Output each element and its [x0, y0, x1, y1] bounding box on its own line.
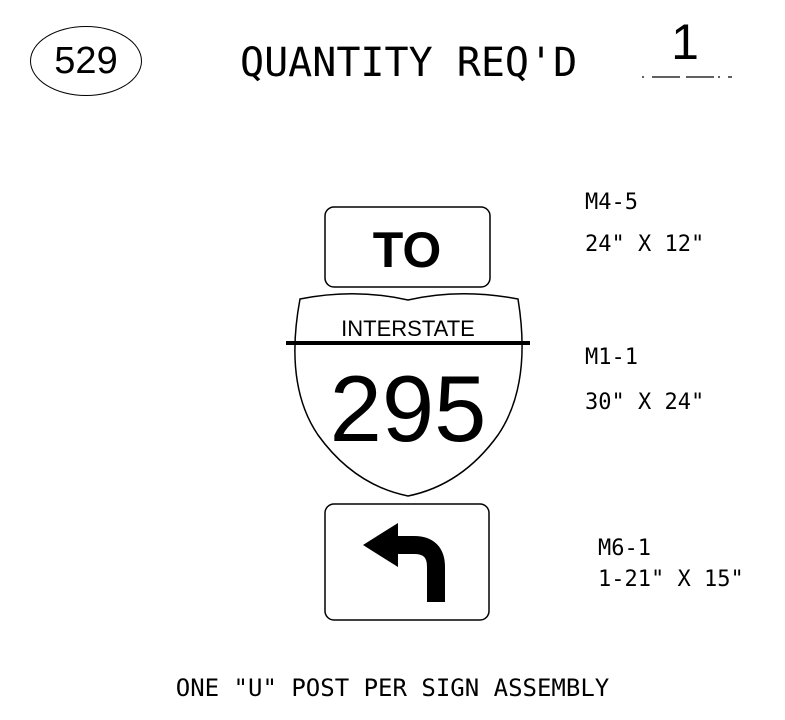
m4-5-size: 24" X 12": [585, 232, 705, 257]
sign-id-number: 529: [54, 40, 118, 82]
quantity-value: 1: [671, 14, 699, 70]
shield-route-number: 295: [330, 356, 487, 461]
shield-banner-text: INTERSTATE: [341, 316, 475, 341]
quantity-label: QUANTITY REQ'D: [240, 40, 578, 86]
to-panel: TO: [324, 206, 491, 288]
arrow-panel: [324, 503, 490, 621]
m6-1-code: M6-1: [598, 536, 651, 561]
m1-1-size: 30" X 24": [585, 390, 705, 415]
footer-note: ONE "U" POST PER SIGN ASSEMBLY: [175, 674, 610, 702]
to-panel-text: TO: [373, 222, 442, 278]
sign-assembly-drawing: TO INTERSTATE 295: [286, 206, 530, 621]
quantity-underline: [642, 76, 732, 78]
interstate-shield: INTERSTATE 295: [286, 293, 530, 497]
m4-5-code: M4-5: [585, 190, 638, 215]
m1-1-code: M1-1: [585, 345, 638, 370]
m6-1-size: 1-21" X 15": [598, 567, 744, 592]
